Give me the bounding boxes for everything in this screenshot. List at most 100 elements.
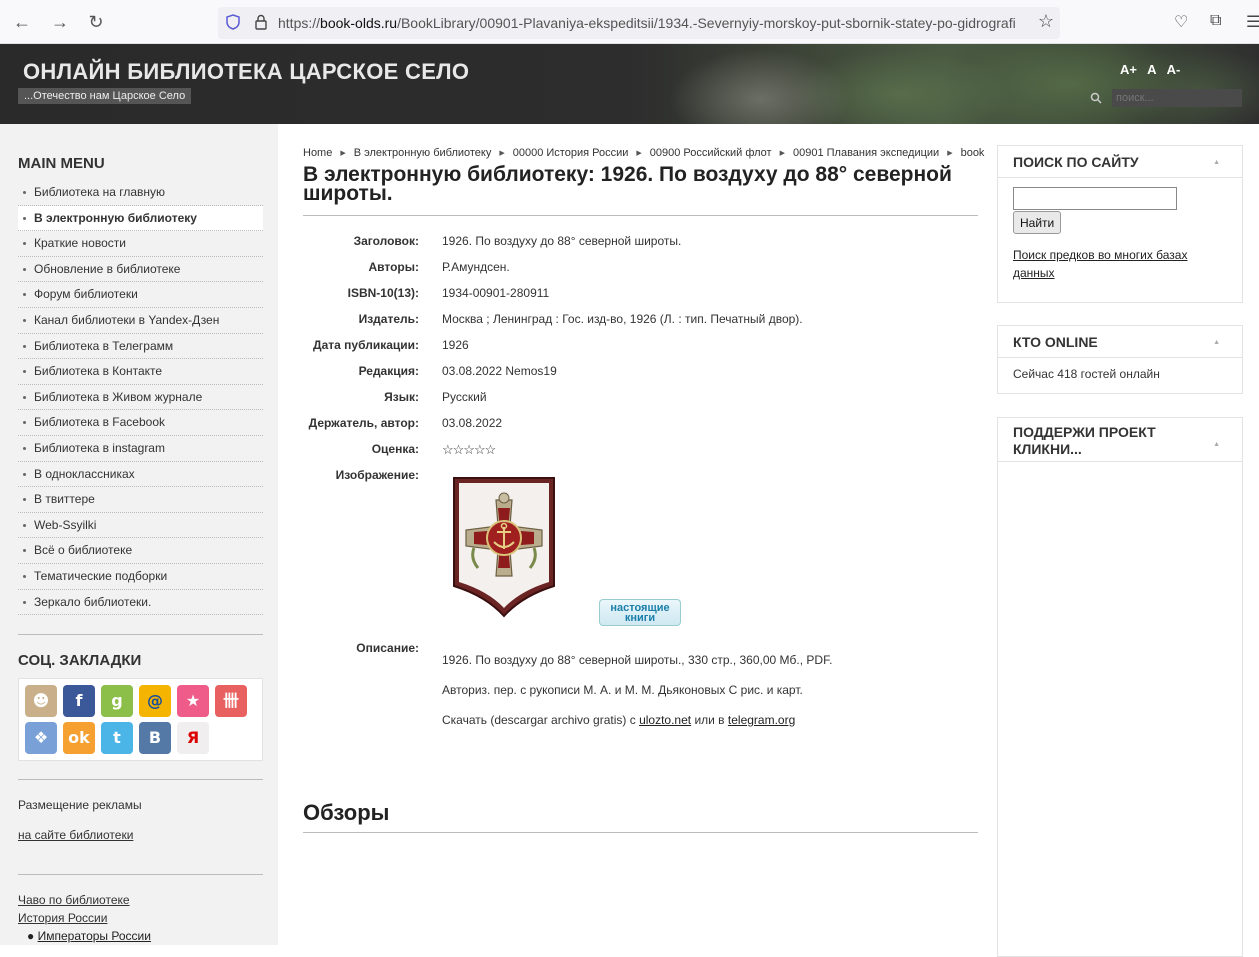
site-header: ОНЛАЙН БИБЛИОТЕКА ЦАРСКОЕ СЕЛО ...Отечес…	[0, 44, 1259, 124]
detail-label: Язык:	[384, 390, 419, 404]
emperors-item: ● Императоры России	[27, 929, 151, 943]
detail-label: Авторы:	[368, 260, 419, 274]
breadcrumb-item[interactable]: 00901 Плавания экспедиции	[793, 147, 939, 159]
emperors-link[interactable]: Императоры России	[38, 929, 151, 943]
social-bookmarks: ☻ f g @ ★ 卌 ❖ ok t B Я	[18, 678, 263, 761]
main-menu: Библиотека на главную В электронную библи…	[18, 180, 263, 616]
bobrdobr-icon[interactable]: ★	[177, 685, 209, 717]
social-bookmarks-title: СОЦ. ЗАКЛАДКИ	[18, 652, 142, 669]
shield-icon[interactable]	[226, 14, 240, 30]
detail-value: 1926. По воздуху до 88° северной широты.	[442, 234, 682, 248]
menu-item[interactable]: Библиотека в Facebook	[18, 410, 263, 436]
rating-label: Оценка:	[371, 442, 419, 456]
support-header: ПОДДЕРЖИ ПРОЕКТ КЛИКНИ... ▲	[998, 418, 1242, 462]
support-box: ПОДДЕРЖИ ПРОЕКТ КЛИКНИ... ▲	[997, 417, 1243, 957]
site-search-input[interactable]	[1013, 187, 1177, 210]
faq-link[interactable]: Чаво по библиотеке	[18, 893, 130, 907]
bookmark-star-icon[interactable]: ☆	[1038, 11, 1054, 32]
image-label: Изображение:	[335, 468, 419, 482]
collapse-icon[interactable]: ▲	[1213, 436, 1220, 453]
breadcrumb-item[interactable]: 00900 Российский флот	[650, 147, 772, 159]
menu-item[interactable]: Web-Ssyilki	[18, 513, 263, 539]
header-search-input[interactable]	[1112, 89, 1242, 107]
google-icon[interactable]: g	[101, 685, 133, 717]
divider	[18, 634, 263, 635]
breadcrumb-item[interactable]: Home	[303, 147, 332, 159]
menu-item[interactable]: В одноклассниках	[18, 462, 263, 488]
back-icon[interactable]: ←	[10, 12, 34, 33]
forward-icon[interactable]: →	[48, 12, 72, 33]
menu-item[interactable]: Зеркало библиотеки.	[18, 590, 263, 616]
book-cover-emblem[interactable]	[452, 476, 556, 618]
menu-item[interactable]: Всё о библиотеке	[18, 538, 263, 564]
menu-item[interactable]: Библиотека на главную	[18, 180, 263, 206]
site-title[interactable]: ОНЛАЙН БИБЛИОТЕКА ЦАРСКОЕ СЕЛО	[23, 59, 469, 85]
menu-item[interactable]: Канал библиотеки в Yandex-Дзен	[18, 308, 263, 334]
detail-label: Заголовок:	[353, 234, 419, 248]
menu-item[interactable]: Обновление в библиотеке	[18, 257, 263, 283]
detail-value: Москва ; Ленинград : Гос. изд-во, 1926 (…	[442, 312, 803, 326]
breadcrumb-item[interactable]: В электронную библиотеку	[354, 147, 492, 159]
pocket-icon[interactable]: ♡	[1174, 12, 1188, 32]
ads-link[interactable]: на сайте библиотеки	[18, 828, 133, 842]
description-line: 1926. По воздуху до 88° северной широты.…	[442, 653, 833, 667]
who-online-box: КТО ONLINE ▲ Сейчас 418 гостей онлайн	[997, 325, 1243, 394]
menu-item[interactable]: Библиотека в instagram	[18, 436, 263, 462]
page-title: В электронную библиотеку: 1926. По возду…	[303, 163, 952, 205]
real-books-badge[interactable]: настоящие книги	[599, 599, 681, 626]
address-bar[interactable]: https://book-olds.ru/BookLibrary/00901-P…	[218, 7, 1060, 39]
ancestors-search-link[interactable]: Поиск предков во многих базах данных	[1013, 248, 1187, 280]
menu-item[interactable]: Библиотека в Живом журнале	[18, 385, 263, 411]
reviews-title: Обзоры	[303, 800, 390, 825]
yandex-icon[interactable]: Я	[177, 722, 209, 754]
detail-value: 03.08.2022 Nemos19	[442, 364, 557, 378]
detail-value: 03.08.2022	[442, 416, 503, 430]
menu-item[interactable]: В электронную библиотеку	[18, 205, 263, 232]
left-sidebar: MAIN MENU Библиотека на главную В электро…	[0, 124, 278, 945]
collapse-icon[interactable]: ▲	[1213, 339, 1220, 346]
menu-item[interactable]: Краткие новости	[18, 231, 263, 257]
menu-item[interactable]: Форум библиотеки	[18, 282, 263, 308]
detail-label: ISBN-10(13):	[347, 286, 419, 300]
menu-item[interactable]: Библиотека в Контакте	[18, 359, 263, 385]
twitter-icon[interactable]: t	[101, 722, 133, 754]
vkontakte-icon[interactable]: B	[139, 722, 171, 754]
description-label: Описание:	[356, 641, 419, 655]
breadcrumb-item[interactable]: 00000 История России	[513, 147, 629, 159]
menu-item[interactable]: В твиттере	[18, 487, 263, 513]
font-decrease-button[interactable]: A-	[1167, 62, 1181, 77]
browser-toolbar: ← → ↻ https://book-olds.ru/BookLibrary/0…	[0, 0, 1259, 44]
memori-icon[interactable]: ☻	[25, 685, 57, 717]
odnoklassniki-icon[interactable]: ok	[63, 722, 95, 754]
liveinternet-icon[interactable]: 卌	[215, 685, 247, 717]
divider	[18, 874, 263, 875]
facebook-icon[interactable]: f	[63, 685, 95, 717]
detail-label: Редакция:	[358, 364, 419, 378]
menu-icon[interactable]: ☰	[1246, 12, 1259, 32]
breadcrumb-item: book	[960, 147, 985, 159]
menu-item[interactable]: Библиотека в Телеграмм	[18, 334, 263, 360]
mail-icon[interactable]: @	[139, 685, 171, 717]
detail-label: Дата публикации:	[313, 338, 419, 352]
menu-item[interactable]: Тематические подборки	[18, 564, 263, 590]
site-search-box: ПОИСК ПО САЙТУ ▲ Найти Поиск предков во м…	[997, 145, 1243, 303]
font-increase-button[interactable]: A+	[1120, 62, 1137, 77]
breadcrumb-separator-icon: ▶	[947, 150, 953, 157]
lock-icon[interactable]	[254, 14, 268, 30]
who-online-header: КТО ONLINE ▲	[998, 326, 1242, 358]
detail-label: Издатель:	[358, 312, 419, 326]
collapse-icon[interactable]: ▲	[1213, 159, 1220, 166]
detail-value: 1934-00901-280911	[442, 286, 550, 300]
moikrug-icon[interactable]: ❖	[25, 722, 57, 754]
detail-value: Русский	[442, 390, 487, 404]
telegram-link[interactable]: telegram.org	[728, 713, 795, 727]
font-reset-button[interactable]: A	[1147, 62, 1156, 77]
breadcrumb: Home ▶ В электронную библиотеку ▶ 00000 Исто…	[303, 147, 984, 159]
rating-stars[interactable]: ☆☆☆☆☆	[442, 442, 496, 458]
extensions-icon[interactable]: ⧉	[1210, 12, 1221, 30]
reload-icon[interactable]: ↻	[84, 12, 108, 33]
ulozto-link[interactable]: ulozto.net	[639, 713, 691, 727]
search-button[interactable]: Найти	[1013, 211, 1062, 234]
reviews-divider	[303, 832, 978, 833]
history-link[interactable]: История России	[18, 911, 107, 925]
